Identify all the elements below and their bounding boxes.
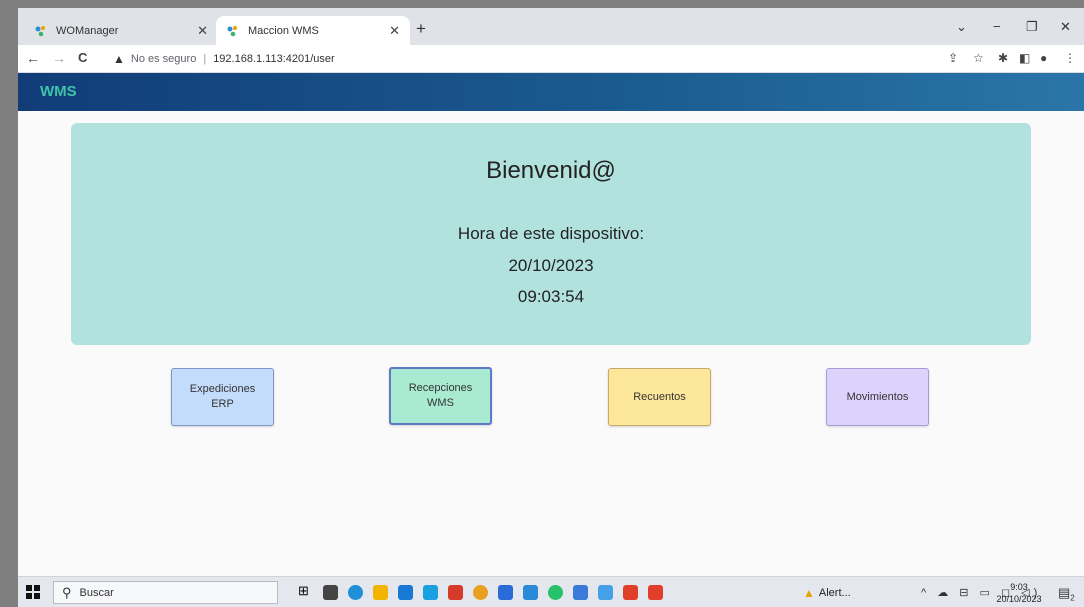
alert-icon: ▲: [803, 586, 815, 600]
button-label-line: Expediciones: [189, 383, 256, 395]
minimize-button[interactable]: −: [993, 19, 1001, 34]
file-explorer-icon[interactable]: [373, 585, 388, 600]
address-bar[interactable]: ▲ No es seguro | 192.168.1.113:4201/user: [113, 48, 923, 70]
browser-tabstrip: WOManager ✕ Maccion WMS ✕ + ⌄ − ❐ ✕: [18, 8, 1084, 45]
app-l-icon[interactable]: [423, 585, 438, 600]
search-placeholder: Buscar: [79, 586, 114, 599]
recuentos-button[interactable]: Recuentos: [608, 368, 711, 426]
taskbar-search[interactable]: ⚲ Buscar: [53, 581, 278, 604]
edge-browser-icon[interactable]: [348, 585, 363, 600]
greeting-text: Bienvenid@: [486, 157, 616, 184]
anydesk-icon[interactable]: [648, 585, 663, 600]
address-separator: |: [203, 53, 207, 65]
windows-logo-icon: [34, 585, 40, 591]
welcome-card: Bienvenid@ Hora de este dispositivo: 20/…: [71, 123, 1031, 345]
restore-button[interactable]: ❐: [1026, 19, 1038, 35]
app-favicon-icon: [226, 24, 240, 38]
remote-desktop-icon[interactable]: [598, 585, 613, 600]
url-text: 192.168.1.113:4201/user: [213, 53, 335, 65]
reload-button[interactable]: C: [78, 50, 87, 65]
search-icon: ⚲: [62, 584, 72, 600]
button-label-line: WMS: [427, 397, 454, 409]
chrome-browser-icon[interactable]: [473, 585, 488, 600]
tab-search-icon[interactable]: ⌄: [956, 19, 967, 35]
menu-icon[interactable]: ⋮: [1064, 51, 1076, 65]
profile-icon[interactable]: ●: [1040, 51, 1047, 65]
task-view-icon[interactable]: ⊞: [298, 583, 313, 598]
button-label: Recepciones WMS: [409, 381, 473, 411]
back-button[interactable]: ←: [26, 50, 40, 66]
button-label-line: ERP: [211, 398, 234, 410]
vscode-icon[interactable]: [523, 585, 538, 600]
alert-taskbar-item[interactable]: ▲ Alert...: [803, 586, 851, 600]
app-title[interactable]: WMS: [40, 83, 77, 100]
app-favicon-icon: [34, 24, 48, 38]
clock-date: 20/10/2023: [996, 594, 1042, 604]
expediciones-erp-button[interactable]: Expediciones ERP: [171, 368, 274, 426]
alert-label: Alert...: [818, 587, 851, 599]
bookmark-star-icon[interactable]: ☆: [973, 51, 984, 65]
close-tab-icon[interactable]: ✕: [197, 23, 208, 39]
close-tab-icon[interactable]: ✕: [389, 23, 400, 39]
security-status: No es seguro: [130, 53, 197, 65]
clock-time: 9:03: [1010, 582, 1028, 592]
browser-toolbar: ← → C ▲ No es seguro | 192.168.1.113:420…: [18, 45, 1084, 73]
windows-logo-icon: [26, 585, 32, 591]
notifications-icon[interactable]: ▤2: [1058, 585, 1075, 603]
close-window-button[interactable]: ✕: [1060, 19, 1071, 35]
whatsapp-icon[interactable]: [548, 585, 563, 600]
side-panel-icon[interactable]: ◧: [1019, 51, 1030, 65]
device-date: 20/10/2023: [508, 256, 594, 275]
anydesk-icon[interactable]: [623, 585, 638, 600]
button-label: Expediciones ERP: [190, 382, 255, 412]
camera-app-icon[interactable]: [323, 585, 338, 600]
windows-taskbar: ⚲ Buscar ⊞ ▲ Alert... ^ ☁ ⊟ ▭ ◻ ◁) 9:03 …: [18, 576, 1084, 607]
new-tab-button[interactable]: +: [416, 19, 426, 39]
extensions-icon[interactable]: ✱: [998, 51, 1008, 65]
movimientos-button[interactable]: Movimientos: [826, 368, 929, 426]
start-button[interactable]: [26, 585, 40, 599]
windows-logo-icon: [34, 593, 40, 599]
windows-logo-icon: [26, 593, 32, 599]
app-header: WMS: [18, 73, 1084, 111]
screen: WOManager ✕ Maccion WMS ✕ + ⌄ − ❐ ✕ ← → …: [18, 8, 1084, 607]
tab-womanager[interactable]: WOManager ✕: [24, 16, 218, 45]
terminal-icon[interactable]: [498, 585, 513, 600]
office-app-icon[interactable]: [448, 585, 463, 600]
forward-button[interactable]: →: [52, 50, 66, 66]
tab-title: WOManager: [56, 24, 119, 37]
button-label-line: Recepciones: [408, 382, 473, 394]
share-icon[interactable]: ⇪: [948, 51, 958, 65]
device-time: 09:03:54: [517, 287, 585, 306]
database-tool-icon[interactable]: [573, 585, 588, 600]
taskbar-clock[interactable]: 9:03 20/10/2023: [994, 581, 1044, 605]
notification-count: 2: [1070, 593, 1075, 603]
recepciones-wms-button[interactable]: Recepciones WMS: [389, 367, 492, 425]
mail-icon[interactable]: [398, 585, 413, 600]
tab-title: Maccion WMS: [248, 24, 319, 37]
button-label: Movimientos: [846, 390, 909, 403]
button-label: Recuentos: [633, 390, 686, 403]
tab-maccion-wms[interactable]: Maccion WMS ✕: [216, 16, 410, 45]
warning-icon: ▲: [113, 52, 125, 66]
device-time-label: Hora de este dispositivo:: [457, 224, 645, 243]
